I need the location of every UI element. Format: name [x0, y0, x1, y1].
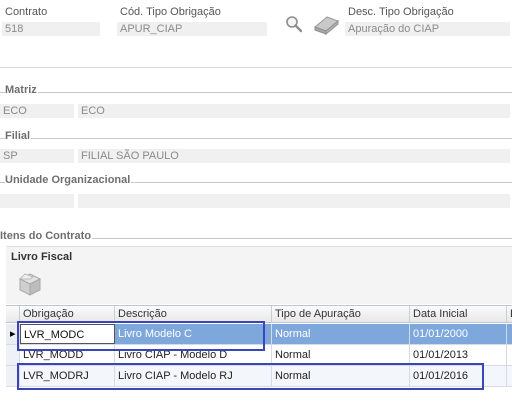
filial-title: Filial — [5, 130, 32, 142]
itens-title: Itens do Contrato — [0, 230, 93, 242]
table-row[interactable]: LVR_MODD Livro CIAP - Modelo D Normal 01… — [6, 345, 512, 366]
cell-obrigacao[interactable]: LVR_MODC — [20, 324, 115, 344]
matriz-code-field[interactable]: ECO — [0, 104, 74, 118]
livro-fiscal-panel — [6, 246, 512, 304]
cod-tipo-label: Cód. Tipo Obrigação — [120, 6, 221, 18]
cell-descricao[interactable]: Livro Modelo C — [115, 324, 272, 344]
row-indicator — [6, 345, 20, 365]
cell-tipo[interactable]: Normal — [272, 345, 410, 365]
cell-tipo[interactable]: Normal — [272, 366, 410, 386]
cod-tipo-field[interactable]: APUR_CIAP — [117, 22, 267, 36]
grid-empty-area — [6, 388, 512, 419]
cell-d[interactable] — [507, 345, 512, 365]
matriz-title: Matriz — [5, 84, 38, 96]
desc-tipo-field[interactable]: Apuração do CIAP — [345, 22, 510, 36]
desc-tipo-label: Desc. Tipo Obrigação — [348, 6, 454, 18]
filial-code-field[interactable]: SP — [0, 149, 74, 163]
row-indicator — [6, 366, 20, 386]
unidade-name-field[interactable] — [78, 194, 510, 208]
col-tipo-apuracao[interactable]: Tipo de Apuração — [272, 306, 410, 323]
magnifier-icon[interactable] — [284, 14, 304, 34]
contrato-label: Contrato — [5, 6, 48, 18]
col-data-inicial[interactable]: Data Inicial — [410, 306, 507, 323]
cell-d[interactable] — [507, 324, 512, 344]
matriz-line — [0, 92, 512, 93]
unidade-title: Unidade Organizacional — [5, 174, 132, 186]
cell-obrigacao[interactable]: LVR_MODD — [20, 345, 115, 365]
row-indicator-arrow-icon: ▸ — [6, 324, 20, 344]
unidade-code-field[interactable] — [0, 194, 74, 208]
cell-descricao[interactable]: Livro CIAP - Modelo RJ — [115, 366, 272, 386]
cell-data[interactable]: 01/01/2016 — [410, 366, 507, 386]
cell-obrigacao[interactable]: LVR_MODRJ — [20, 366, 115, 386]
matriz-name-field[interactable]: ECO — [78, 104, 510, 118]
livro-fiscal-title: Livro Fiscal — [11, 251, 73, 263]
box-icon[interactable] — [17, 271, 43, 297]
table-row[interactable]: ▸ LVR_MODC Livro Modelo C Normal 01/01/2… — [6, 324, 512, 345]
cell-tipo[interactable]: Normal — [272, 324, 410, 344]
filial-name-field[interactable]: FILIAL SÃO PAULO — [78, 149, 510, 163]
grid-header: Obrigação Descrição Tipo de Apuração Dat… — [6, 305, 512, 323]
table-row[interactable]: LVR_MODRJ Livro CIAP - Modelo RJ Normal … — [6, 366, 512, 387]
col-obrigacao[interactable]: Obrigação — [20, 306, 115, 323]
divider — [0, 67, 512, 68]
col-d[interactable]: D — [507, 306, 512, 323]
contrato-field[interactable]: 518 — [2, 22, 100, 36]
cell-data[interactable]: 01/01/2013 — [410, 345, 507, 365]
cell-data[interactable]: 01/01/2000 — [410, 324, 507, 344]
eraser-icon[interactable] — [311, 13, 341, 36]
cell-d[interactable] — [507, 366, 512, 386]
col-descricao[interactable]: Descrição — [115, 306, 272, 323]
filial-line — [0, 138, 512, 139]
cell-descricao[interactable]: Livro CIAP - Modelo D — [115, 345, 272, 365]
row-indicator-header — [6, 306, 20, 323]
